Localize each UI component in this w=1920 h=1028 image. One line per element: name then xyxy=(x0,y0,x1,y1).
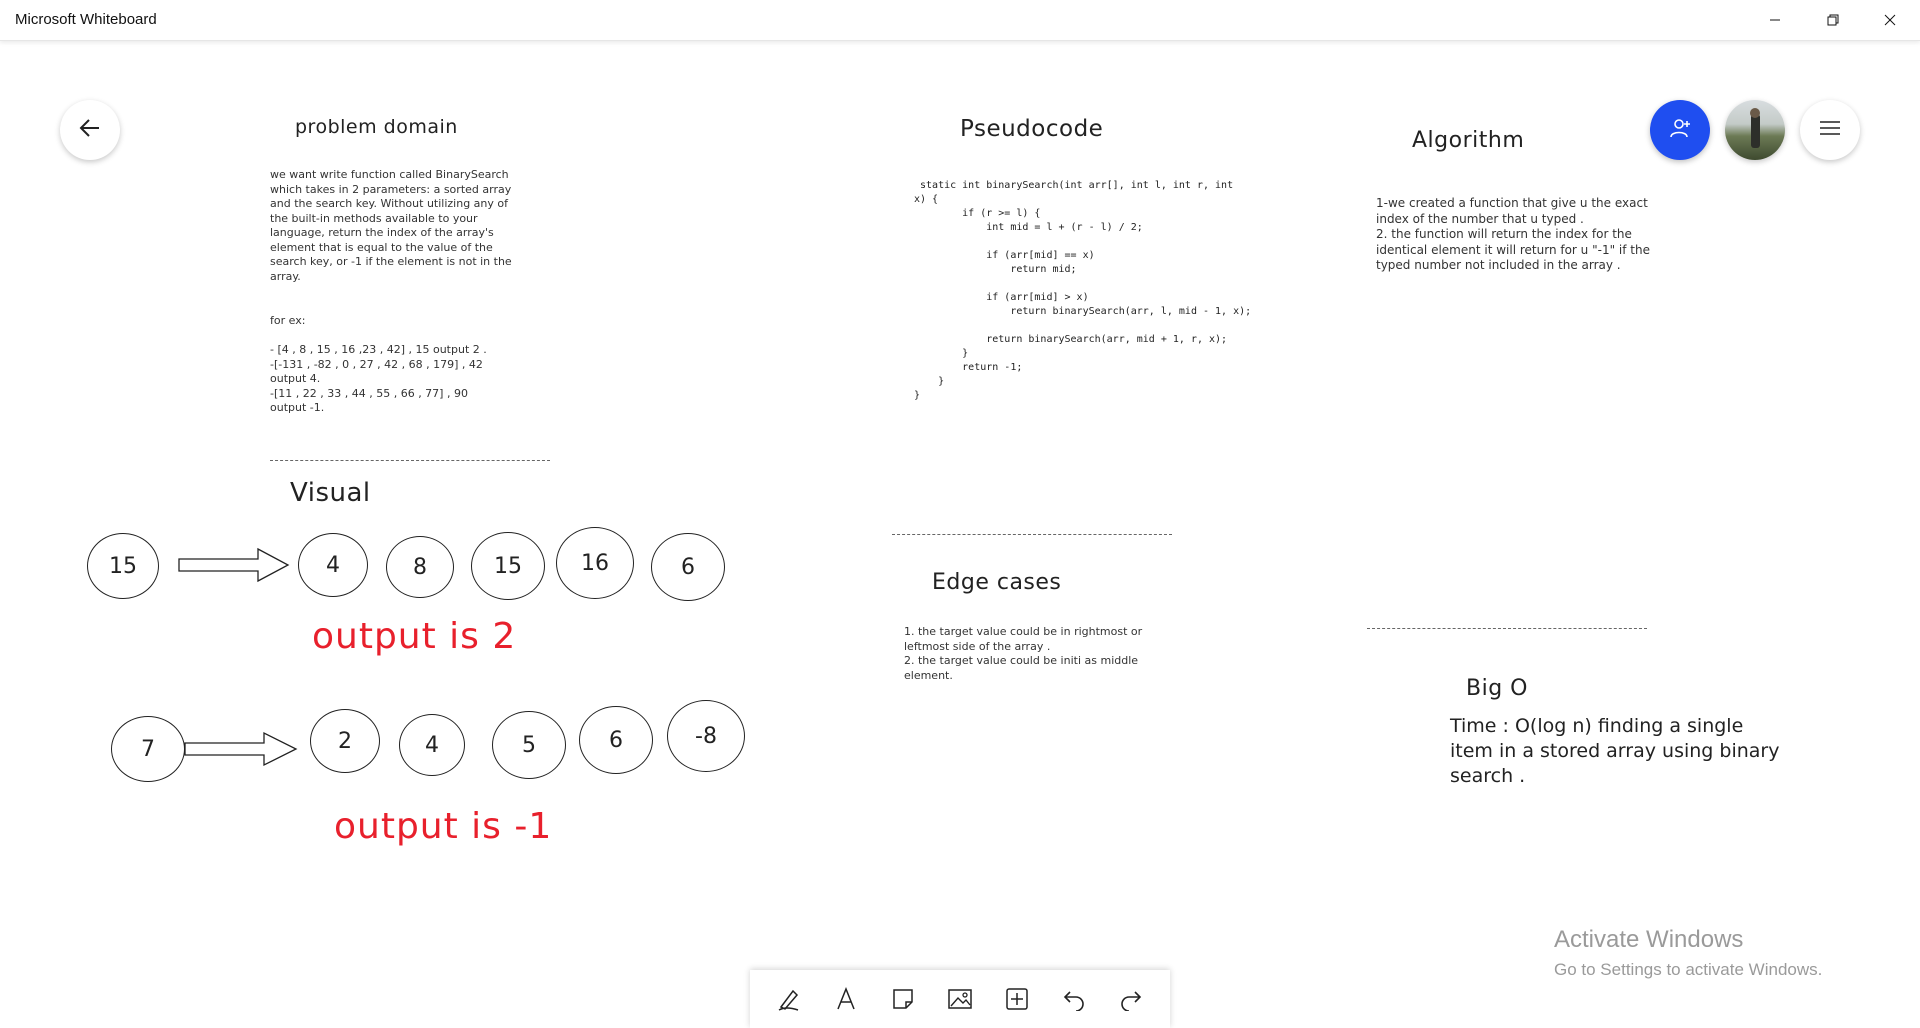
visual-title: Visual xyxy=(290,478,371,508)
invite-person-icon xyxy=(1668,116,1692,145)
minimize-icon[interactable] xyxy=(1752,0,1798,40)
algorithm-text: 1-we created a function that give u the … xyxy=(1376,196,1650,272)
title-bar: Microsoft Whiteboard xyxy=(0,0,1920,41)
menu-button[interactable] xyxy=(1800,100,1860,160)
output-label: output is 2 xyxy=(312,616,517,657)
bottom-toolbar xyxy=(750,970,1170,1028)
watermark-subtitle: Go to Settings to activate Windows. xyxy=(1554,960,1823,979)
divider-line xyxy=(1367,628,1647,629)
search-key-bubble: 15 xyxy=(87,533,159,599)
back-button[interactable] xyxy=(60,100,120,160)
divider-line xyxy=(892,534,1172,535)
array-item-bubble: 4 xyxy=(298,533,368,597)
image-icon[interactable] xyxy=(942,981,978,1017)
redo-icon[interactable] xyxy=(1113,981,1149,1017)
arrow-icon xyxy=(178,545,290,590)
array-item-bubble: 8 xyxy=(386,536,454,598)
undo-icon[interactable] xyxy=(1056,981,1092,1017)
watermark-title: Activate Windows xyxy=(1554,926,1744,953)
sticky-note-icon[interactable] xyxy=(885,981,921,1017)
activation-watermark: Activate Windows Go to Settings to activ… xyxy=(1554,926,1822,980)
restore-icon[interactable] xyxy=(1810,0,1856,40)
pseudocode-title: Pseudocode xyxy=(960,116,1104,142)
output-label: output is -1 xyxy=(334,806,553,847)
divider-line xyxy=(270,460,550,461)
array-item-bubble: 2 xyxy=(310,709,380,773)
hamburger-menu-icon xyxy=(1819,119,1841,142)
array-item-bubble: -8 xyxy=(667,700,745,772)
pen-icon[interactable] xyxy=(771,981,807,1017)
text-icon[interactable] xyxy=(828,981,864,1017)
arrow-icon xyxy=(184,729,298,774)
window-title: Microsoft Whiteboard xyxy=(15,11,157,28)
array-item-bubble: 15 xyxy=(471,532,545,600)
big-o-title: Big O xyxy=(1466,676,1528,701)
array-item-bubble: 4 xyxy=(399,714,465,776)
array-item-bubble: 6 xyxy=(579,706,653,774)
edge-cases-title: Edge cases xyxy=(932,570,1062,595)
problem-domain-text: we want write function called BinarySear… xyxy=(270,168,512,283)
back-arrow-icon xyxy=(79,117,101,144)
array-item-bubble: 5 xyxy=(492,711,566,779)
add-icon[interactable] xyxy=(999,981,1035,1017)
problem-domain-examples: for ex: - [4 , 8 , 15 , 16 ,23 , 42] , 1… xyxy=(270,314,487,414)
big-o-text: Time : O(log n) finding a single item in… xyxy=(1450,715,1780,787)
array-item-bubble: 6 xyxy=(651,533,725,601)
array-item-bubble: 16 xyxy=(556,527,634,599)
edge-cases-text: 1. the target value could be in rightmos… xyxy=(904,625,1143,682)
avatar[interactable] xyxy=(1725,100,1785,160)
pseudocode-block: static int binarySearch(int arr[], int l… xyxy=(914,180,1252,401)
search-key-bubble: 7 xyxy=(111,716,185,782)
invite-button[interactable] xyxy=(1650,100,1710,160)
close-icon[interactable] xyxy=(1867,0,1913,40)
algorithm-title: Algorithm xyxy=(1412,128,1525,153)
problem-domain-title: problem domain xyxy=(295,116,458,138)
